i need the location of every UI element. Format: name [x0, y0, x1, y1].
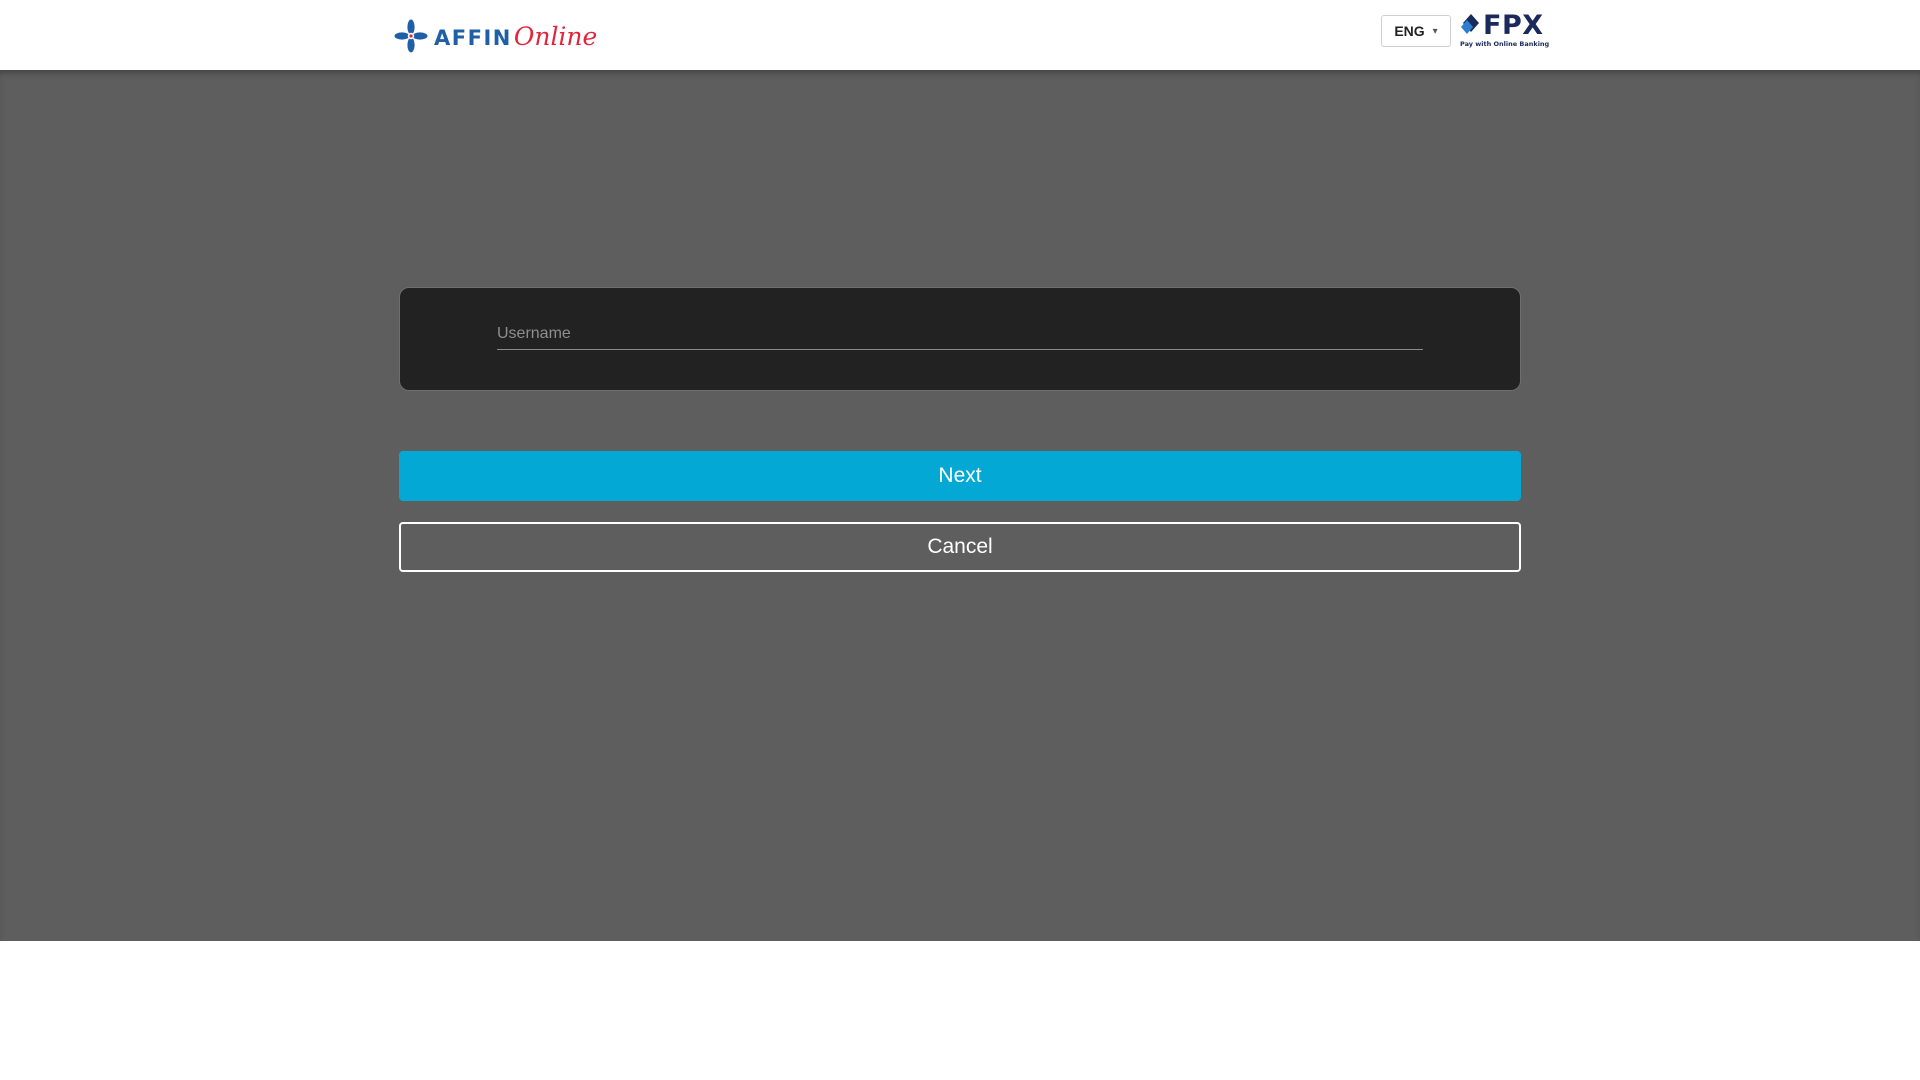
- login-overlay: Next Cancel: [0, 70, 1920, 941]
- login-card: [399, 287, 1521, 391]
- logo-wordmark: AFFIN Online: [434, 22, 597, 51]
- logo-text-online: Online: [513, 21, 598, 51]
- logo-text-affin: AFFIN: [434, 25, 512, 50]
- fpx-logo-text: FPX: [1483, 10, 1544, 41]
- cancel-button[interactable]: Cancel: [399, 522, 1521, 572]
- language-select[interactable]: ENG ▾: [1381, 15, 1451, 47]
- affin-flower-icon: [394, 19, 428, 53]
- top-header: AFFIN Online ENG ▾ FPX Pay with Online B…: [0, 0, 1920, 70]
- affin-online-logo[interactable]: AFFIN Online: [394, 18, 597, 54]
- page-footer: [0, 941, 1920, 1080]
- next-button[interactable]: Next: [399, 451, 1521, 501]
- fpx-tagline: Pay with Online Banking: [1460, 40, 1550, 48]
- language-selected-value: ENG: [1394, 23, 1425, 39]
- username-input[interactable]: [497, 318, 1423, 350]
- chevron-down-icon: ▾: [1432, 25, 1438, 37]
- fpx-logo: FPX Pay with Online Banking: [1459, 10, 1549, 50]
